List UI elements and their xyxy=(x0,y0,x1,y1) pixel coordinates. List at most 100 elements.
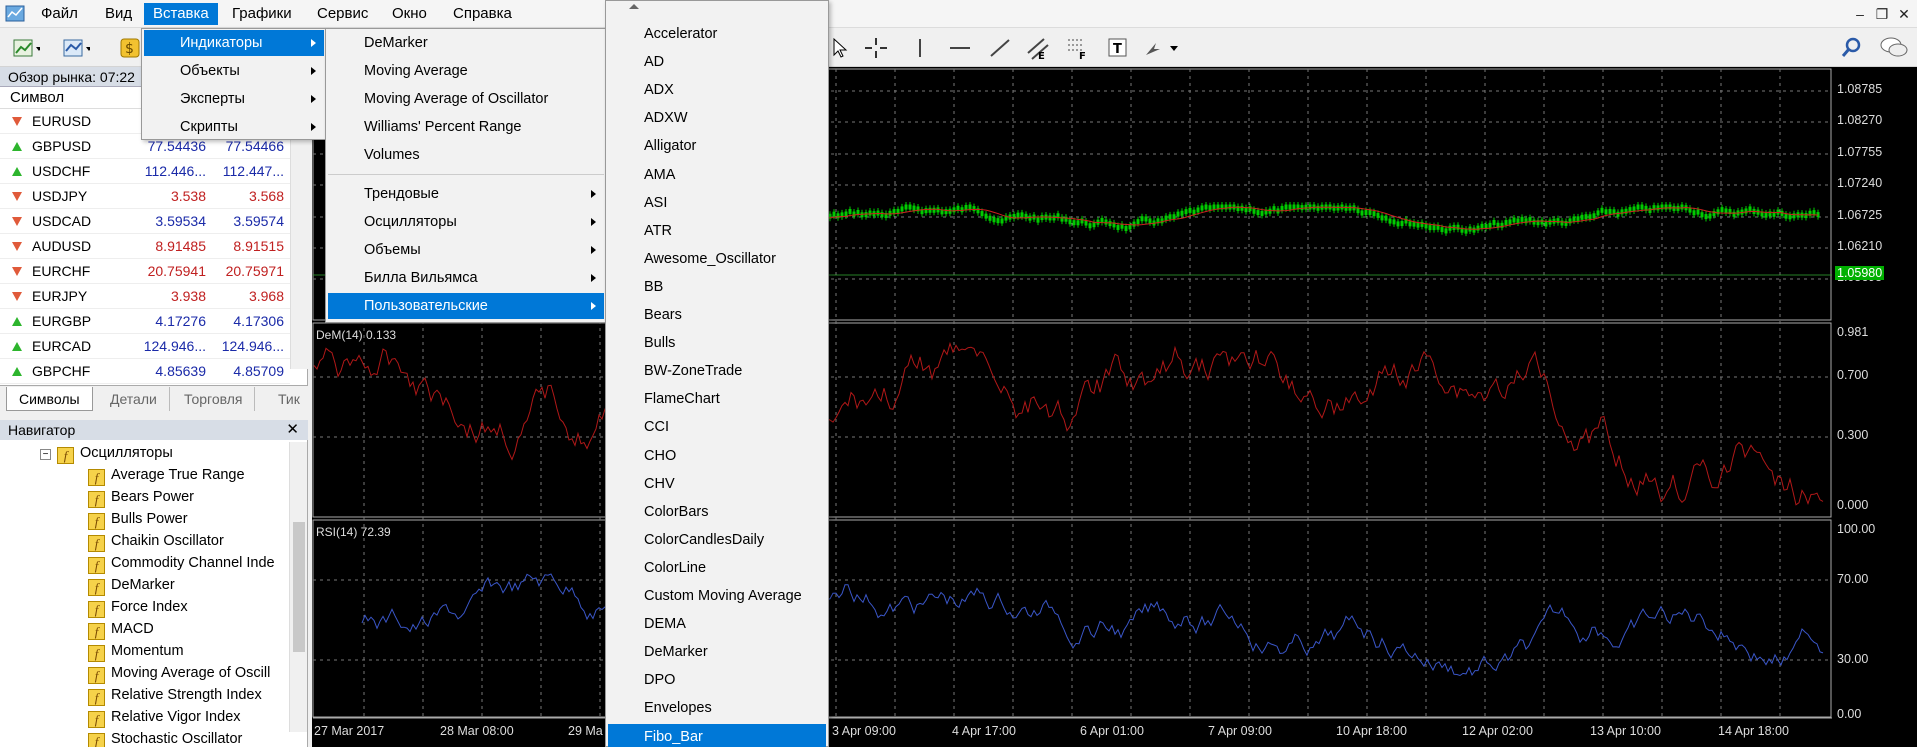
menu-file[interactable]: Файл xyxy=(32,3,87,25)
menu-view[interactable]: Вид xyxy=(96,3,141,25)
new-chart-icon[interactable] xyxy=(12,35,42,61)
custom-indicator-menu-item[interactable]: Awesome_Oscillator xyxy=(608,246,826,272)
restore-icon[interactable]: ❐ xyxy=(1872,5,1892,23)
navigator-indicator-item[interactable]: f Bulls Power xyxy=(88,508,288,530)
custom-indicator-menu-item[interactable]: BB xyxy=(608,274,826,300)
collapse-icon[interactable]: − xyxy=(40,449,51,460)
market-watch-row[interactable]: USDCAD 3.59534 3.59574 xyxy=(0,209,290,234)
custom-indicator-menu-item[interactable]: AD xyxy=(608,49,826,75)
insert-menu-item[interactable]: Индикаторы xyxy=(144,30,324,56)
navigator-scrollbar[interactable] xyxy=(289,442,307,732)
cursor-icon[interactable] xyxy=(828,35,856,61)
navigator-indicator-item[interactable]: f Moving Average of Oscill xyxy=(88,662,288,684)
indicator-menu-item[interactable]: DeMarker xyxy=(328,30,604,56)
custom-indicator-menu-item[interactable]: Accelerator xyxy=(608,21,826,47)
trendline-icon[interactable] xyxy=(986,35,1014,61)
vertical-line-icon[interactable] xyxy=(906,35,934,61)
horizontal-line-icon[interactable] xyxy=(946,35,974,61)
candle-body xyxy=(1656,205,1660,211)
chat-icon[interactable] xyxy=(1878,35,1908,61)
navigator-indicator-item[interactable]: f Bears Power xyxy=(88,486,288,508)
insert-menu-item[interactable]: Эксперты xyxy=(144,86,324,112)
custom-indicator-menu-item[interactable]: ADX xyxy=(608,77,826,103)
tab-symbols[interactable]: Символы xyxy=(6,387,93,411)
navigator-indicator-item[interactable]: f MACD xyxy=(88,618,288,640)
menu-charts[interactable]: Графики xyxy=(223,3,301,25)
custom-indicator-menu-item[interactable]: ColorCandlesDaily xyxy=(608,527,826,553)
market-watch-scrollbar[interactable] xyxy=(290,109,308,369)
custom-indicator-menu-item[interactable]: CHV xyxy=(608,471,826,497)
market-watch-row[interactable]: EURGBP 4.17276 4.17306 xyxy=(0,309,290,334)
custom-indicator-menu-item[interactable]: CCI xyxy=(608,414,826,440)
market-watch-row[interactable]: USDCHF 112.446... 112.447... xyxy=(0,159,290,184)
indicator-menu-item[interactable]: Moving Average of Oscillator xyxy=(328,86,604,112)
custom-indicator-menu-item[interactable]: AMA xyxy=(608,162,826,188)
market-watch-row[interactable]: USDJPY 3.538 3.568 xyxy=(0,184,290,209)
navigator-indicator-item[interactable]: f Stochastic Oscillator xyxy=(88,728,288,747)
tree-folder-oscillators[interactable]: − f Осцилляторы xyxy=(40,442,173,464)
navigator-indicator-item[interactable]: f Relative Vigor Index xyxy=(88,706,288,728)
custom-indicator-menu-item[interactable]: Fibo_Bar xyxy=(608,723,826,747)
indicator-group-menu-item[interactable]: Объемы xyxy=(328,237,604,263)
indicator-group-menu-item[interactable]: Пользовательские xyxy=(328,293,604,319)
indicator-menu-item[interactable]: Moving Average xyxy=(328,58,604,84)
custom-indicator-menu-item[interactable]: BW-ZoneTrade xyxy=(608,358,826,384)
tab-trading[interactable]: Торговля xyxy=(172,387,256,411)
indicator-group-menu-item[interactable]: Трендовые xyxy=(328,181,604,207)
navigator-indicator-item[interactable]: f Relative Strength Index xyxy=(88,684,288,706)
custom-indicator-menu-item[interactable]: Bears xyxy=(608,302,826,328)
navigator-indicator-item[interactable]: f DeMarker xyxy=(88,574,288,596)
custom-indicator-menu-item[interactable]: DeMarker xyxy=(608,639,826,665)
tab-details[interactable]: Детали xyxy=(98,387,170,411)
custom-indicator-menu-item[interactable]: ColorBars xyxy=(608,499,826,525)
custom-indicator-menu-item[interactable]: Envelopes xyxy=(608,695,826,721)
navigator-indicator-item[interactable]: f Commodity Channel Inde xyxy=(88,552,288,574)
menu-help[interactable]: Справка xyxy=(444,3,521,25)
tab-ticks[interactable]: Тик xyxy=(266,387,313,411)
custom-indicator-menu-item[interactable]: CHO xyxy=(608,443,826,469)
custom-indicator-menu-item[interactable]: Alligator xyxy=(608,133,826,159)
scroll-up-icon[interactable] xyxy=(629,4,639,9)
market-watch-row[interactable]: EURCAD 124.946... 124.946... xyxy=(0,334,290,359)
custom-indicator-menu-item[interactable]: Bulls xyxy=(608,330,826,356)
app-icon[interactable] xyxy=(4,3,26,25)
insert-menu-item[interactable]: Объекты xyxy=(144,58,324,84)
menu-window[interactable]: Окно xyxy=(383,3,436,25)
market-watch-row[interactable]: GBPCHF 4.85639 4.85709 xyxy=(0,359,290,384)
insert-menu-item[interactable]: Скрипты xyxy=(144,114,324,140)
market-watch-row[interactable]: AUDUSD 8.91485 8.91515 xyxy=(0,234,290,259)
market-watch-row[interactable]: EURJPY 3.938 3.968 xyxy=(0,284,290,309)
custom-indicator-menu-item[interactable]: DPO xyxy=(608,667,826,693)
search-icon[interactable] xyxy=(1838,35,1866,61)
menu-tools[interactable]: Сервис xyxy=(308,3,377,25)
market-watch-row[interactable]: EURCHF 20.75941 20.75971 xyxy=(0,259,290,284)
channel-icon[interactable]: E xyxy=(1024,35,1052,62)
candle-body xyxy=(1260,210,1264,216)
close-icon[interactable]: ✕ xyxy=(1894,5,1914,23)
scrollbar-thumb[interactable] xyxy=(293,522,305,652)
indicator-group-menu-item[interactable]: Осцилляторы xyxy=(328,209,604,235)
close-icon[interactable]: ✕ xyxy=(286,420,299,440)
candle-body xyxy=(1388,218,1392,224)
navigator-indicator-item[interactable]: f Chaikin Oscillator xyxy=(88,530,288,552)
crosshair-icon[interactable] xyxy=(862,35,890,61)
fibonacci-icon[interactable]: F xyxy=(1064,35,1092,62)
menu-insert[interactable]: Вставка xyxy=(144,3,218,25)
custom-indicator-menu-item[interactable]: ADXW xyxy=(608,105,826,131)
minimize-icon[interactable]: – xyxy=(1850,5,1870,23)
custom-indicator-menu-item[interactable]: ASI xyxy=(608,190,826,216)
custom-indicator-menu-item[interactable]: Custom Moving Average xyxy=(608,583,826,609)
profiles-icon[interactable] xyxy=(62,35,92,61)
navigator-indicator-item[interactable]: f Force Index xyxy=(88,596,288,618)
arrows-icon[interactable] xyxy=(1142,35,1178,61)
indicator-menu-item[interactable]: Volumes xyxy=(328,142,604,168)
custom-indicator-menu-item[interactable]: ColorLine xyxy=(608,555,826,581)
navigator-indicator-item[interactable]: f Average True Range xyxy=(88,464,288,486)
navigator-indicator-item[interactable]: f Momentum xyxy=(88,640,288,662)
indicator-group-menu-item[interactable]: Билла Вильямса xyxy=(328,265,604,291)
custom-indicator-menu-item[interactable]: FlameChart xyxy=(608,386,826,412)
text-icon[interactable]: T xyxy=(1104,35,1132,61)
custom-indicator-menu-item[interactable]: ATR xyxy=(608,218,826,244)
indicator-menu-item[interactable]: Williams' Percent Range xyxy=(328,114,604,140)
custom-indicator-menu-item[interactable]: DEMA xyxy=(608,611,826,637)
